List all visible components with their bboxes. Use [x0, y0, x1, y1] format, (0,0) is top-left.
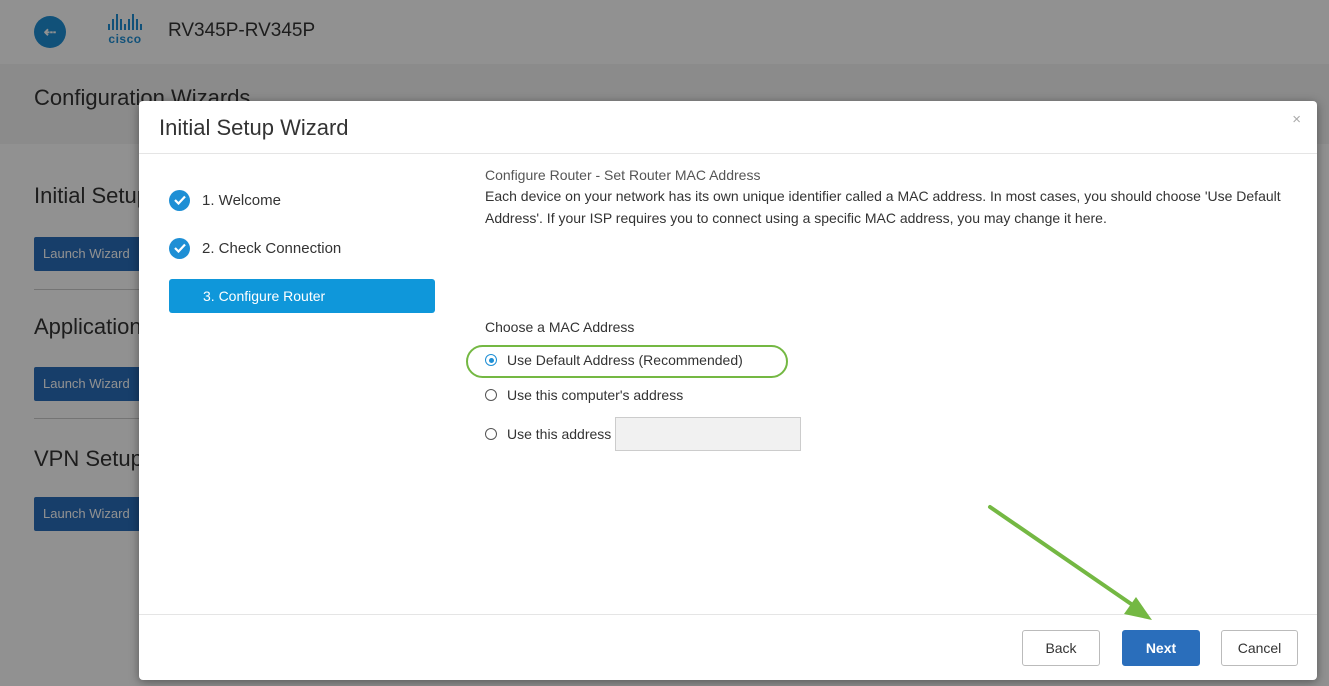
step-content: Configure Router - Set Router MAC Addres…	[485, 167, 1285, 229]
custom-mac-input[interactable]	[615, 417, 802, 451]
content-description: Each device on your network has its own …	[485, 188, 1281, 226]
next-button[interactable]: Next	[1122, 630, 1200, 666]
radio-computer-address[interactable]: Use this computer's address	[485, 387, 683, 403]
radio-label: Use this address	[507, 426, 612, 442]
radio-unchecked-icon[interactable]	[485, 389, 497, 401]
step-welcome[interactable]: 1. Welcome	[169, 176, 437, 224]
check-circle-icon	[169, 189, 190, 211]
step-label: 2. Check Connection	[202, 239, 342, 257]
initial-setup-wizard-dialog: Initial Setup Wizard × 1. Welcome 2. Che…	[139, 101, 1317, 680]
radio-default-address[interactable]: Use Default Address (Recommended)	[485, 352, 743, 368]
radio-unchecked-icon[interactable]	[485, 428, 497, 440]
step-check-connection[interactable]: 2. Check Connection	[169, 224, 437, 272]
radio-label: Use this computer's address	[507, 387, 684, 403]
modal-footer: Back Next Cancel	[139, 614, 1317, 680]
close-icon[interactable]: ×	[1292, 111, 1301, 128]
cancel-button[interactable]: Cancel	[1221, 630, 1298, 666]
step-configure-router[interactable]: 3. Configure Router	[169, 279, 435, 313]
step-label: 1. Welcome	[202, 191, 281, 209]
check-circle-icon	[169, 237, 190, 259]
mac-address-label: Choose a MAC Address	[485, 319, 635, 335]
back-button[interactable]: Back	[1022, 630, 1100, 666]
radio-custom-address[interactable]: Use this address	[485, 417, 802, 451]
modal-header: Initial Setup Wizard ×	[139, 101, 1317, 154]
wizard-steps: 1. Welcome 2. Check Connection 3. Config…	[169, 176, 437, 313]
radio-checked-icon[interactable]	[485, 354, 497, 366]
content-subtitle: Configure Router - Set Router MAC Addres…	[485, 167, 761, 183]
radio-label: Use Default Address (Recommended)	[507, 352, 743, 368]
modal-title: Initial Setup Wizard	[159, 115, 349, 140]
